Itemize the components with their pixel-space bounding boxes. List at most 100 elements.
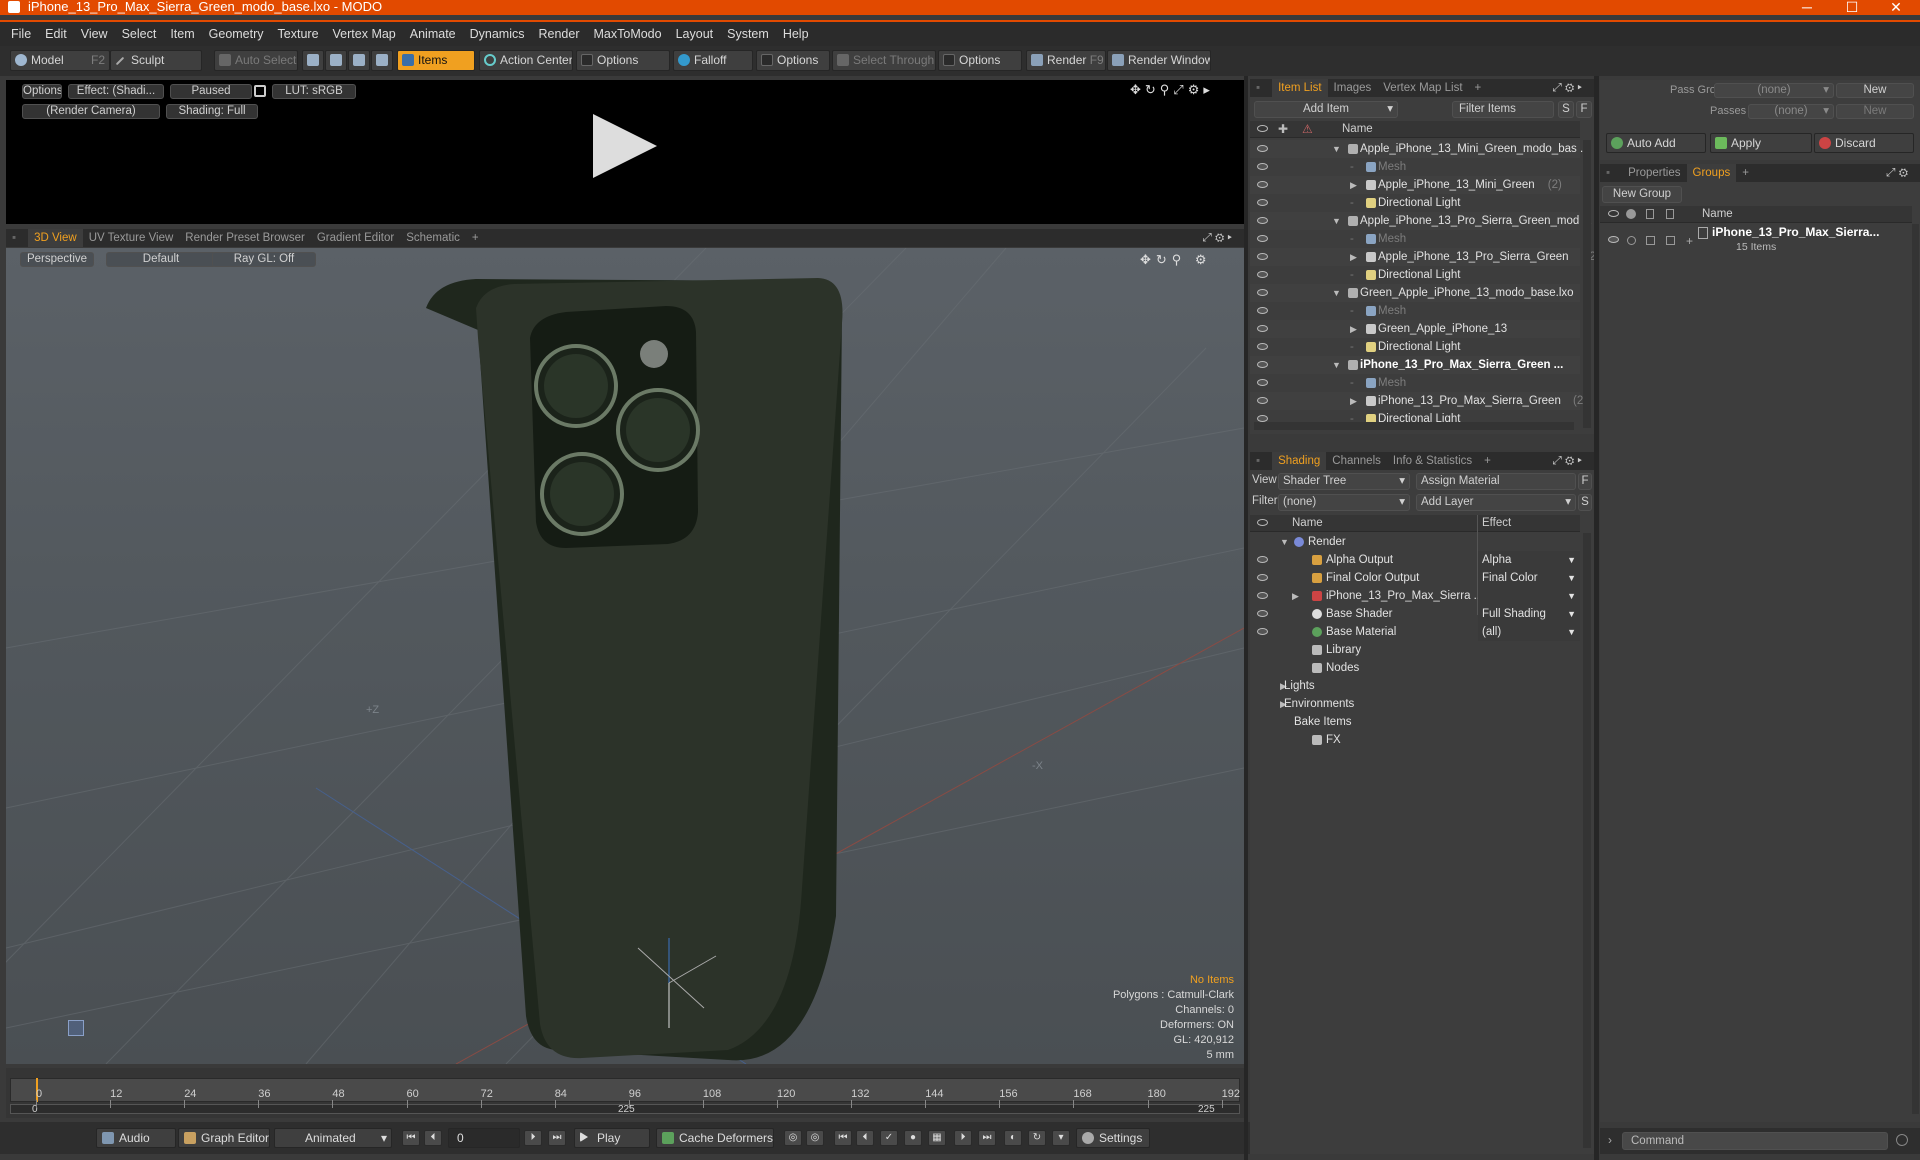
tab-gradient-editor[interactable]: Gradient Editor xyxy=(311,229,400,247)
render-toggle-icon[interactable] xyxy=(1627,236,1636,245)
tab-groups[interactable]: Groups xyxy=(1686,164,1737,182)
menu-item-maxtomodo[interactable]: MaxToModo xyxy=(587,22,669,46)
assign-material-dropdown[interactable]: Assign Material xyxy=(1416,473,1576,490)
previous-key-icon[interactable]: ⏴ xyxy=(424,1130,442,1146)
visibility-icon[interactable] xyxy=(1257,628,1268,635)
lut-dropdown[interactable]: LUT: sRGB xyxy=(272,84,356,99)
shader-tree-row[interactable]: ▶ Environments xyxy=(1250,695,1580,713)
channel-icon[interactable]: ◐ xyxy=(1004,1130,1022,1146)
step-back-icon[interactable]: ⏴ xyxy=(856,1130,874,1146)
paused-button[interactable]: Paused xyxy=(170,84,252,99)
shader-tree-row[interactable]: Base Material (all) ▼ xyxy=(1250,623,1580,641)
tab-channels[interactable]: Channels xyxy=(1326,452,1387,470)
panel-divider-right[interactable] xyxy=(1594,76,1599,1160)
command-input[interactable]: Command xyxy=(1622,1132,1888,1150)
effect-dropdown[interactable]: (all) ▼ xyxy=(1478,623,1580,641)
item-list-row[interactable]: ▶ Green_Apple_iPhone_13 xyxy=(1250,320,1580,338)
item-list-row[interactable]: - Directional Light xyxy=(1250,194,1580,212)
shader-tree-row[interactable]: Final Color Output Final Color ▼ xyxy=(1250,569,1580,587)
record-icon[interactable]: ● xyxy=(904,1130,922,1146)
select-toggle-icon[interactable] xyxy=(1666,236,1675,245)
tab-uv-texture-view[interactable]: UV Texture View xyxy=(83,229,180,247)
raygl-dropdown[interactable]: Ray GL: Off xyxy=(212,252,316,267)
filter-f-button[interactable]: F xyxy=(1576,101,1592,118)
viewport-3d[interactable]: Perspective Default Ray GL: Off ✥↻⚲ ⚙ +Z… xyxy=(6,248,1244,1064)
expand-icon[interactable]: + xyxy=(1686,234,1693,248)
lock-toggle-icon[interactable] xyxy=(1646,236,1655,245)
add-layer-dropdown[interactable]: Add Layer ▾ xyxy=(1416,494,1576,511)
maximize-icon[interactable]: ☐ xyxy=(1830,0,1874,14)
filter-s-button[interactable]: S xyxy=(1558,101,1574,118)
select-through-options-button[interactable]: Options xyxy=(938,50,1022,71)
item-list-hscrollbar[interactable] xyxy=(1254,422,1574,430)
shading-s-button[interactable]: S xyxy=(1578,494,1592,511)
menu-item-dynamics[interactable]: Dynamics xyxy=(463,22,532,46)
loop-icon[interactable]: ↻ xyxy=(1028,1130,1046,1146)
item-list-scrollbar[interactable] xyxy=(1583,140,1591,428)
item-list-row[interactable]: - Mesh xyxy=(1250,302,1580,320)
expand-icon[interactable]: ▶ xyxy=(1350,248,1357,266)
menu-item-render[interactable]: Render xyxy=(532,22,587,46)
action-center-button[interactable]: Action Center xyxy=(479,50,573,71)
menu-item-edit[interactable]: Edit xyxy=(38,22,74,46)
menu-item-item[interactable]: Item xyxy=(163,22,201,46)
shading-dropdown[interactable]: Shading: Full xyxy=(166,104,258,119)
polygons-mode-button[interactable] xyxy=(348,50,370,71)
shader-tree-row[interactable]: ▶ iPhone_13_Pro_Max_Sierra ... ▼ xyxy=(1250,587,1580,605)
animated-dropdown[interactable]: Animated ▾ xyxy=(274,1128,392,1148)
visibility-icon[interactable] xyxy=(1257,235,1268,242)
add-item-dropdown[interactable]: Add Item ▾ xyxy=(1254,101,1398,118)
tab-add[interactable]: + xyxy=(1478,452,1497,470)
tab-item-list[interactable]: Item List xyxy=(1272,79,1328,97)
menu-item-system[interactable]: System xyxy=(720,22,776,46)
lock-icon[interactable] xyxy=(254,85,266,97)
vertices-mode-button[interactable] xyxy=(302,50,324,71)
tab-add[interactable]: + xyxy=(1469,79,1488,97)
action-center-options-button[interactable]: Options xyxy=(576,50,670,71)
prev-keyframe-icon[interactable]: ⏮ xyxy=(834,1130,852,1146)
filter-items-input[interactable]: Filter Items xyxy=(1452,101,1554,118)
group-row[interactable]: + iPhone_13_Pro_Max_Sierra... 15 Items xyxy=(1600,224,1912,258)
new-pass-button[interactable]: New xyxy=(1836,104,1914,119)
visibility-icon[interactable] xyxy=(1608,236,1619,243)
auto-add-button[interactable]: Auto Add xyxy=(1606,133,1706,153)
falloff-options-button[interactable]: Options xyxy=(756,50,830,71)
cache-deformers-button[interactable]: Cache Deformers xyxy=(656,1128,774,1148)
play-button[interactable]: Play xyxy=(574,1128,650,1148)
visibility-icon[interactable] xyxy=(1257,610,1268,617)
visibility-icon[interactable] xyxy=(1257,343,1268,350)
pass-groups-dropdown[interactable]: (none) ▾ xyxy=(1714,83,1834,98)
visibility-icon[interactable] xyxy=(1257,307,1268,314)
viewport-nav-icons[interactable]: ✥↻⚲ ⚙ xyxy=(1140,252,1212,268)
key-options-icon[interactable]: ▦ xyxy=(928,1130,946,1146)
render-window-button[interactable]: Render Window xyxy=(1107,50,1211,71)
menu-item-view[interactable]: View xyxy=(74,22,115,46)
model-button[interactable]: Model F2 xyxy=(10,50,110,71)
collapse-icon[interactable]: ▼ xyxy=(1332,212,1341,230)
close-icon[interactable]: ✕ xyxy=(1874,0,1918,14)
auto-select-button[interactable]: Auto Select xyxy=(214,50,298,71)
shader-tree-row[interactable]: Nodes xyxy=(1250,659,1580,677)
visibility-icon[interactable] xyxy=(1257,199,1268,206)
tab-properties[interactable]: Properties xyxy=(1622,164,1686,182)
tab-render-preset-browser[interactable]: Render Preset Browser xyxy=(179,229,311,247)
menu-item-texture[interactable]: Texture xyxy=(271,22,326,46)
item-list-row[interactable]: ▶ Apple_iPhone_13_Pro_Sierra_Green (2) xyxy=(1250,248,1600,266)
render-button[interactable]: Render F9 xyxy=(1026,50,1106,71)
visibility-icon[interactable] xyxy=(1257,181,1268,188)
menu-item-help[interactable]: Help xyxy=(776,22,816,46)
visibility-icon[interactable] xyxy=(1257,415,1268,422)
default-dropdown[interactable]: Default xyxy=(106,252,216,267)
auto-key-icon[interactable]: ◎ xyxy=(806,1130,824,1146)
item-list-row[interactable]: ▼ Green_Apple_iPhone_13_modo_base.lxo xyxy=(1250,284,1580,302)
shader-tree-row[interactable]: ▶ Lights xyxy=(1250,677,1580,695)
audio-button[interactable]: Audio xyxy=(96,1128,176,1148)
next-keyframe-icon[interactable]: ⏭ xyxy=(978,1130,996,1146)
item-list-row[interactable]: ▼ iPhone_13_Pro_Max_Sierra_Green ... xyxy=(1250,356,1580,374)
select-through-button[interactable]: Select Through xyxy=(832,50,936,71)
discard-button[interactable]: Discard xyxy=(1814,133,1914,153)
frame-input[interactable]: 0 xyxy=(448,1128,520,1148)
tab-add[interactable]: + xyxy=(1736,164,1755,182)
item-list-row[interactable]: ▶ Apple_iPhone_13_Mini_Green (2) xyxy=(1250,176,1580,194)
minimize-icon[interactable]: ─ xyxy=(1785,0,1829,14)
